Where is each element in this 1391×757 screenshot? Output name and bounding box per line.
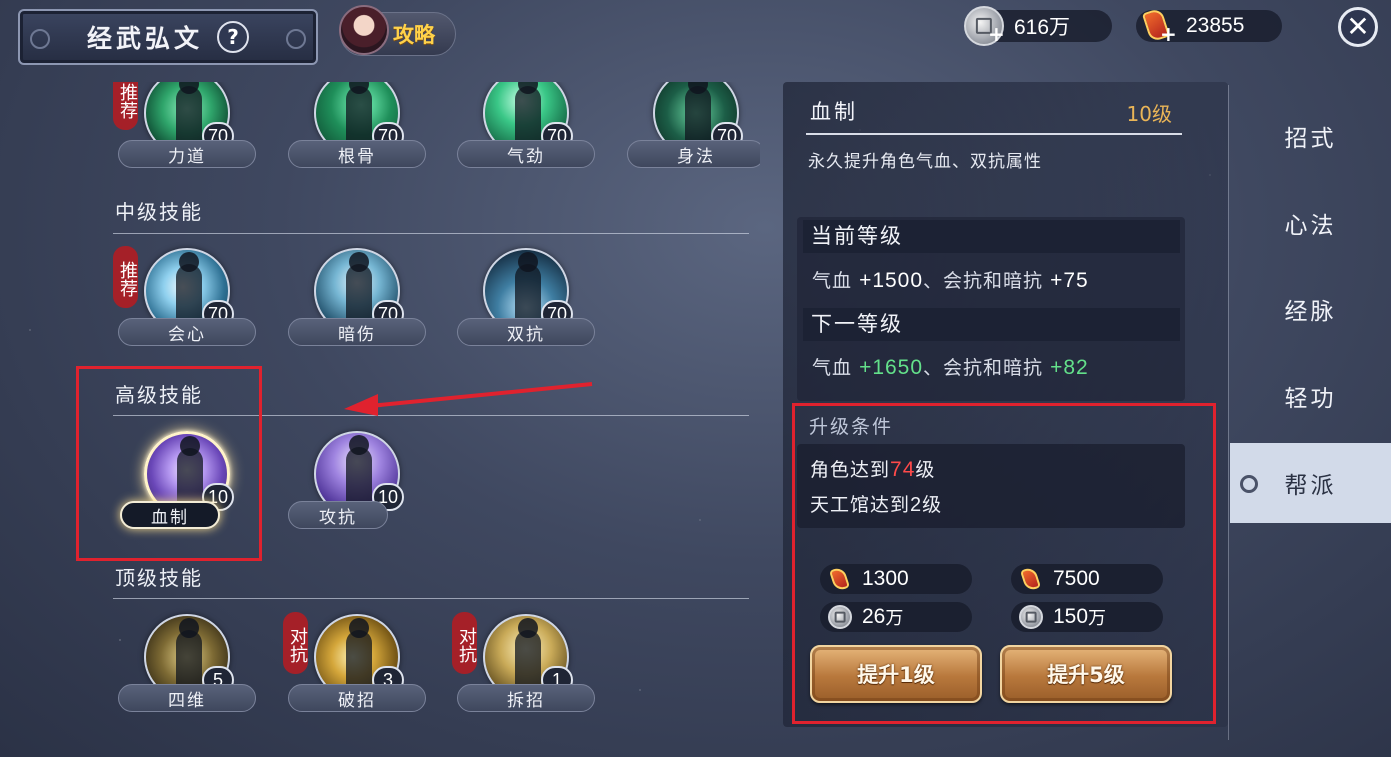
annotation-arrow-icon	[344, 382, 593, 416]
pvp-tag: 对抗	[452, 612, 477, 674]
skill-qijin[interactable]: 70 气劲	[457, 82, 597, 170]
skill-siwei[interactable]: 5 四维	[118, 614, 258, 714]
skill-name: 破招	[288, 684, 426, 712]
skill-name: 拆招	[457, 684, 595, 712]
skill-gongkang[interactable]: 10 攻抗	[288, 431, 428, 531]
page-title: 经武弘文	[86, 24, 203, 53]
guide-avatar	[339, 5, 389, 55]
ornament-icon	[30, 29, 50, 49]
skill-shuangkang[interactable]: 70 双抗	[457, 248, 597, 348]
annotation-box-upgrade	[792, 403, 1216, 724]
tab-qinggong[interactable]: 轻功	[1230, 356, 1391, 436]
skill-name: 攻抗	[288, 501, 388, 529]
pvp-tag: 对抗	[283, 612, 308, 674]
add-icon[interactable]: +	[988, 22, 1005, 46]
tab-zhaoshi[interactable]: 招式	[1230, 96, 1391, 176]
skill-name: 四维	[118, 684, 256, 712]
skill-name: 根骨	[288, 140, 426, 168]
silver-amount: 616万	[1014, 16, 1071, 39]
guide-label: 攻略	[393, 23, 435, 47]
ornament-icon	[286, 29, 306, 49]
detail-description: 永久提升角色气血、双抗属性	[808, 152, 1042, 172]
section-title-mid: 中级技能	[115, 200, 203, 224]
token-currency[interactable]: + 23855	[1136, 7, 1282, 46]
recommend-tag: 推荐	[113, 246, 138, 308]
tab-bangpai[interactable]: 帮派	[1230, 443, 1391, 523]
skill-name: 身法	[627, 140, 760, 168]
detail-skill-name: 血制	[810, 100, 858, 124]
current-level-header: 当前等级	[803, 220, 1180, 253]
divider	[806, 133, 1182, 135]
tab-xinfa[interactable]: 心法	[1230, 183, 1391, 263]
recommend-tag: 推荐	[113, 82, 138, 130]
basic-skills-row: 推荐 70 力道 70 根骨 70 气劲 70 身法	[0, 82, 760, 182]
skill-name: 双抗	[457, 318, 595, 346]
skill-pozhao[interactable]: 对抗 3 破招	[283, 612, 428, 714]
annotation-box-skill	[76, 366, 262, 561]
skill-name: 暗伤	[288, 318, 426, 346]
token-amount: 23855	[1186, 14, 1245, 37]
selected-marker-icon	[1240, 475, 1258, 493]
skill-name: 会心	[118, 318, 256, 346]
skill-gengu[interactable]: 70 根骨	[288, 82, 428, 170]
divider	[113, 598, 749, 599]
close-button[interactable]: ✕	[1338, 7, 1378, 47]
title-plate: 经武弘文 ?	[18, 9, 318, 65]
add-icon[interactable]: +	[1160, 22, 1177, 46]
skill-chaizhao[interactable]: 对抗 1 拆招	[452, 612, 597, 714]
skill-name: 气劲	[457, 140, 595, 168]
tab-jingmai[interactable]: 经脉	[1230, 269, 1391, 349]
skill-lidao[interactable]: 推荐 70 力道	[113, 82, 258, 170]
current-level-stats: 气血 +1500、会抗和暗抗 +75	[812, 269, 1089, 292]
help-button[interactable]: ?	[217, 21, 249, 53]
detail-skill-level: 10级	[1126, 102, 1172, 126]
section-title-top: 顶级技能	[115, 566, 203, 590]
guide-button[interactable]: 攻略	[339, 5, 456, 56]
silver-currency[interactable]: + 616万	[964, 6, 1112, 46]
skill-name: 力道	[118, 140, 256, 168]
skill-shenfa[interactable]: 70 身法	[627, 82, 760, 170]
nav-divider	[1228, 85, 1229, 740]
next-level-header: 下一等级	[803, 308, 1180, 341]
divider	[113, 233, 749, 234]
skill-huixin[interactable]: 推荐 70 会心	[113, 246, 258, 348]
next-level-stats: 气血 +1650、会抗和暗抗 +82	[812, 356, 1089, 379]
skill-anshang[interactable]: 70 暗伤	[288, 248, 428, 348]
